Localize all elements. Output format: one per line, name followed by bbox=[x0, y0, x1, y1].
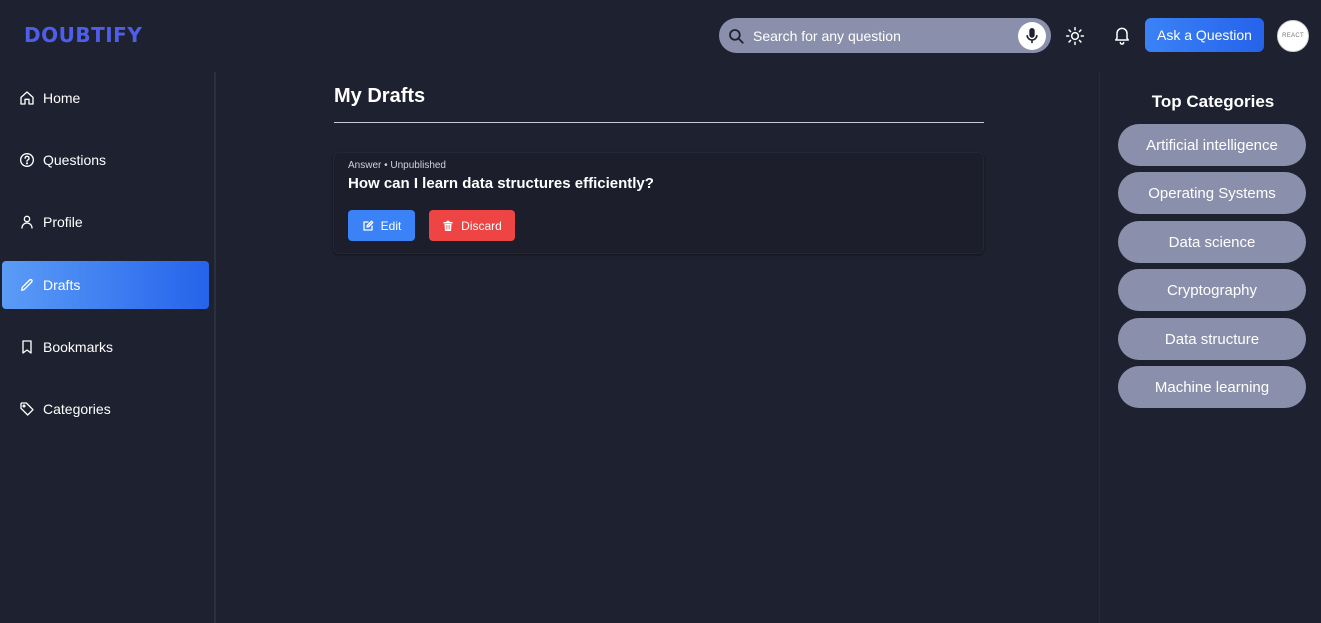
sun-icon[interactable] bbox=[1065, 26, 1085, 46]
draft-card: Answer • Unpublished How can I learn dat… bbox=[333, 152, 984, 254]
sidebar-item-label: Categories bbox=[43, 401, 111, 417]
tag-icon bbox=[20, 402, 34, 416]
top-categories-panel: Top Categories Artificial intelligence O… bbox=[1099, 72, 1321, 623]
sidebar-item-bookmarks[interactable]: Bookmarks bbox=[2, 323, 209, 371]
search-icon bbox=[729, 29, 744, 44]
microphone-icon bbox=[1026, 28, 1038, 44]
category-pill[interactable]: Artificial intelligence bbox=[1118, 124, 1306, 166]
category-pill[interactable]: Operating Systems bbox=[1118, 172, 1306, 214]
search-bar[interactable] bbox=[719, 18, 1051, 53]
trash-icon bbox=[443, 220, 453, 231]
category-pill[interactable]: Cryptography bbox=[1118, 269, 1306, 311]
sidebar-item-questions[interactable]: Questions bbox=[2, 136, 209, 184]
draft-title[interactable]: How can I learn data structures efficien… bbox=[348, 175, 654, 192]
question-circle-icon bbox=[20, 153, 34, 167]
user-icon bbox=[21, 215, 33, 229]
sidebar: Home Questions Profile Drafts Bookmarks … bbox=[0, 72, 216, 623]
app-logo[interactable]: DOUBTIFY bbox=[24, 23, 142, 47]
pencil-icon bbox=[21, 278, 33, 291]
edit-button[interactable]: Edit bbox=[348, 210, 415, 241]
sidebar-item-label: Drafts bbox=[43, 277, 81, 293]
sidebar-item-drafts[interactable]: Drafts bbox=[2, 261, 209, 309]
category-pill[interactable]: Data science bbox=[1118, 221, 1306, 263]
sidebar-item-label: Home bbox=[43, 90, 81, 106]
edit-icon bbox=[363, 220, 374, 231]
edit-button-label: Edit bbox=[380, 218, 402, 233]
app-root: DOUBTIFY Ask a Que bbox=[0, 0, 1321, 623]
sidebar-item-categories[interactable]: Categories bbox=[2, 385, 209, 433]
home-icon bbox=[20, 91, 34, 105]
discard-button[interactable]: Discard bbox=[429, 210, 515, 241]
ask-question-button[interactable]: Ask a Question bbox=[1145, 18, 1264, 52]
top-categories-title: Top Categories bbox=[1151, 92, 1275, 111]
bell-icon[interactable] bbox=[1112, 25, 1132, 45]
discard-button-label: Discard bbox=[461, 218, 502, 233]
search-input[interactable] bbox=[753, 18, 1003, 53]
draft-meta: Answer • Unpublished bbox=[348, 160, 446, 171]
category-pill[interactable]: Data structure bbox=[1118, 318, 1306, 360]
microphone-button[interactable] bbox=[1018, 22, 1046, 50]
sidebar-item-label: Profile bbox=[43, 214, 83, 230]
title-divider bbox=[334, 122, 984, 123]
category-pill[interactable]: Machine learning bbox=[1118, 366, 1306, 408]
page-title: My Drafts bbox=[334, 85, 426, 107]
sidebar-item-home[interactable]: Home bbox=[2, 74, 209, 122]
sidebar-item-label: Bookmarks bbox=[43, 339, 114, 355]
sidebar-item-label: Questions bbox=[43, 152, 107, 168]
top-header: DOUBTIFY Ask a Que bbox=[0, 0, 1321, 72]
avatar[interactable]: REACT bbox=[1277, 20, 1309, 52]
bookmark-icon bbox=[22, 340, 32, 354]
sidebar-item-profile[interactable]: Profile bbox=[2, 198, 209, 246]
